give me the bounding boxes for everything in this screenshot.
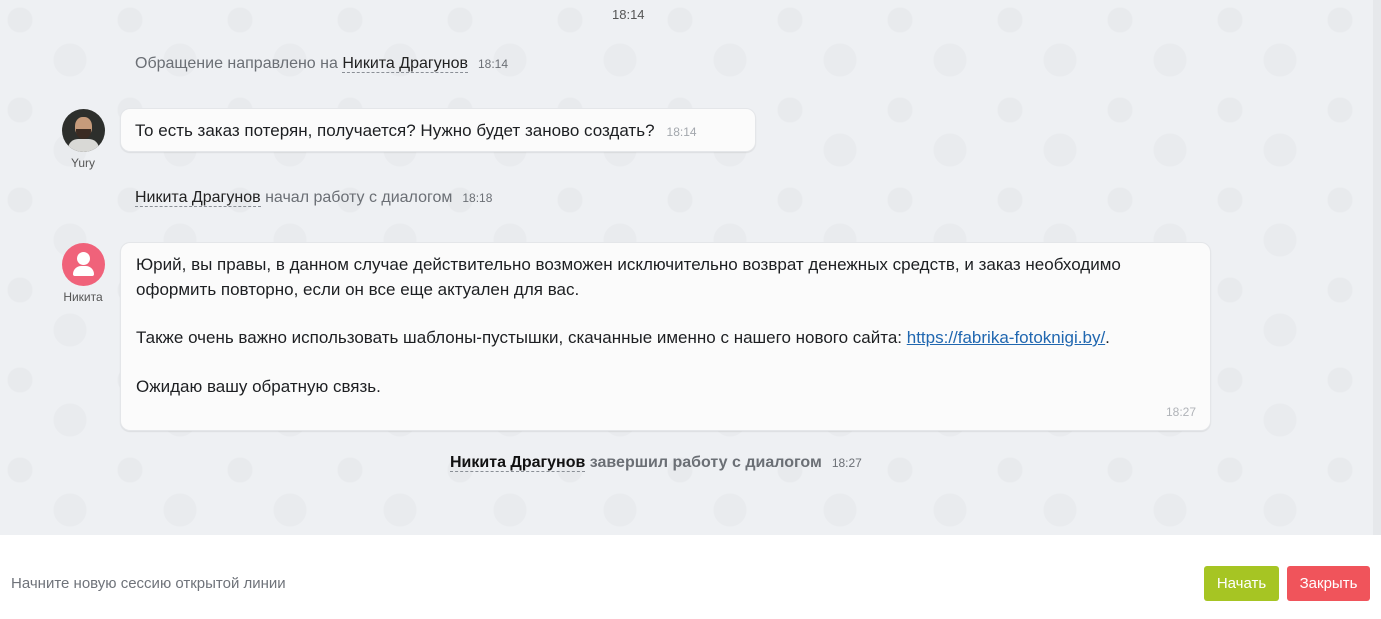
footer-panel: Начните новую сессию открытой линии xyxy=(0,535,1381,619)
message-paragraph: Юрий, вы правы, в данном случае действит… xyxy=(136,255,1121,299)
event-text: начал работу с диалогом xyxy=(265,189,453,206)
close-button[interactable]: Закрыть xyxy=(1287,566,1370,601)
chat-area: 18:14 Обращение направлено на Никита Дра… xyxy=(0,0,1373,535)
avatar-nikita[interactable] xyxy=(62,243,105,286)
operator-name-link[interactable]: Никита Драгунов xyxy=(450,454,586,472)
event-time: 18:14 xyxy=(477,57,508,71)
event-time: 18:27 xyxy=(831,456,862,470)
message-time: 18:14 xyxy=(666,125,697,139)
event-text: Обращение направлено на xyxy=(135,55,338,72)
avatar-label-nikita: Никита xyxy=(63,290,103,304)
event-text: завершил работу с диалогом xyxy=(589,454,822,471)
start-button[interactable]: Начать xyxy=(1204,566,1279,601)
avatar-yury[interactable] xyxy=(62,109,105,152)
message-paragraph: Ожидаю вашу обратную связь. xyxy=(136,376,381,396)
date-time-separator: 18:14 xyxy=(612,7,645,22)
message-time: 18:27 xyxy=(1165,405,1196,419)
message-text: То есть заказ потерян, получается? Нужно… xyxy=(135,121,655,140)
message-bubble: Юрий, вы правы, в данном случае действит… xyxy=(120,242,1211,431)
message-text: . xyxy=(1105,328,1110,347)
user-placeholder-body xyxy=(73,266,94,276)
operator-name-link[interactable]: Никита Драгунов xyxy=(135,189,261,207)
event-time: 18:18 xyxy=(462,191,493,205)
avatar-label-yury: Yury xyxy=(70,156,95,170)
avatar-beard xyxy=(76,129,91,139)
chat-scrollbar[interactable] xyxy=(1373,0,1381,535)
message-text: Также очень важно использовать шаблоны-п… xyxy=(136,328,907,347)
avatar-shirt xyxy=(68,139,99,152)
system-event-forwarded: Обращение направлено на Никита Драгунов 1… xyxy=(135,55,508,73)
message-paragraph: Также очень важно использовать шаблоны-п… xyxy=(136,326,1195,351)
system-event-started: Никита Драгунов начал работу с диалогом 1… xyxy=(135,189,492,207)
user-placeholder-icon xyxy=(77,252,90,265)
site-link[interactable]: https://fabrika-fotoknigi.by/ xyxy=(907,328,1105,347)
system-event-finished: Никита Драгунов завершил работу с диалог… xyxy=(450,454,862,472)
message-bubble: То есть заказ потерян, получается? Нужно… xyxy=(120,108,756,152)
new-session-prompt: Начните новую сессию открытой линии xyxy=(11,575,286,592)
operator-name-link[interactable]: Никита Драгунов xyxy=(342,55,468,73)
